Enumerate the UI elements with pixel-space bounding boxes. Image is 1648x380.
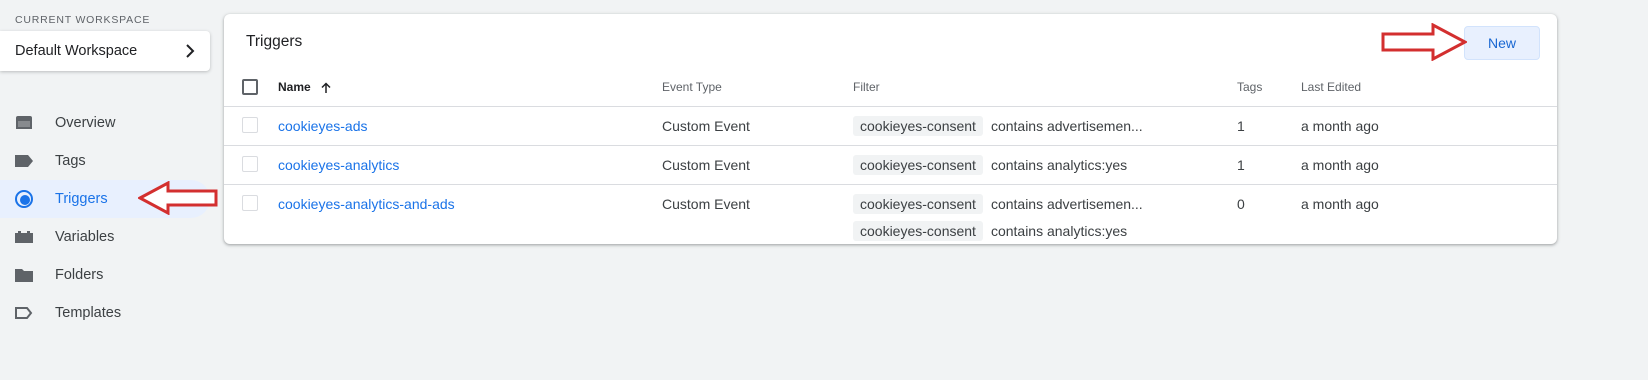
column-header-name[interactable]: Name bbox=[278, 69, 662, 107]
filter-condition-text: contains analytics:yes bbox=[990, 222, 1128, 239]
table-row[interactable]: cookieyes-analytics Custom Event cookiey… bbox=[224, 145, 1557, 185]
trigger-name-link[interactable]: cookieyes-analytics bbox=[278, 157, 399, 173]
event-type-cell: Custom Event bbox=[662, 145, 853, 185]
filter-condition-text: contains analytics:yes bbox=[990, 156, 1128, 173]
name-cell: cookieyes-analytics bbox=[278, 145, 662, 185]
triggers-card: Triggers New Name Event Type Filter Tags bbox=[224, 14, 1557, 244]
filter-condition: cookieyes-consent contains advertisemen.… bbox=[853, 193, 1237, 214]
annotation-arrow-left-icon bbox=[138, 181, 218, 215]
last-edited-cell: a month ago bbox=[1301, 145, 1557, 185]
name-cell: cookieyes-analytics-and-ads bbox=[278, 184, 662, 250]
select-all-cell bbox=[224, 69, 278, 107]
sidebar-item-variables[interactable]: Variables bbox=[0, 218, 210, 256]
sidebar-item-overview[interactable]: Overview bbox=[0, 104, 210, 142]
filter-condition-text: contains advertisemen... bbox=[990, 195, 1143, 212]
filter-condition: cookieyes-consent contains advertisemen.… bbox=[853, 115, 1237, 136]
tags-count-cell: 1 bbox=[1237, 106, 1301, 146]
template-icon bbox=[14, 303, 34, 323]
sidebar-item-tags[interactable]: Tags bbox=[0, 142, 210, 180]
table-header-row: Name Event Type Filter Tags Last Edited bbox=[224, 69, 1557, 107]
filter-condition: cookieyes-consent contains analytics:yes bbox=[853, 154, 1237, 175]
event-type-cell: Custom Event bbox=[662, 106, 853, 146]
sort-ascending-icon bbox=[321, 82, 331, 94]
filter-cell: cookieyes-consent contains analytics:yes bbox=[853, 145, 1237, 185]
column-header-last-edited[interactable]: Last Edited bbox=[1301, 69, 1557, 107]
tag-icon bbox=[14, 151, 34, 171]
column-header-name-label: Name bbox=[278, 80, 311, 95]
row-checkbox[interactable] bbox=[242, 116, 258, 133]
filter-variable-chip: cookieyes-consent bbox=[853, 154, 983, 175]
workspace-label: CURRENT WORKSPACE bbox=[15, 14, 151, 26]
column-header-event-type[interactable]: Event Type bbox=[662, 69, 853, 107]
sidebar-item-label: Folders bbox=[55, 267, 104, 283]
filter-condition-text: contains advertisemen... bbox=[990, 117, 1143, 134]
sidebar-item-templates[interactable]: Templates bbox=[0, 294, 210, 332]
sidebar-item-label: Tags bbox=[55, 153, 86, 169]
workspace-name: Default Workspace bbox=[15, 43, 138, 59]
filter-variable-chip: cookieyes-consent bbox=[853, 115, 983, 136]
trigger-name-link[interactable]: cookieyes-analytics-and-ads bbox=[278, 196, 455, 212]
last-edited-cell: a month ago bbox=[1301, 195, 1379, 212]
overview-icon bbox=[14, 113, 34, 133]
sidebar-item-label: Triggers bbox=[55, 191, 108, 207]
filter-variable-chip: cookieyes-consent bbox=[853, 220, 983, 241]
filter-condition: cookieyes-consent contains analytics:yes bbox=[853, 220, 1237, 241]
row-checkbox[interactable] bbox=[242, 194, 258, 211]
annotation-arrow-right-icon bbox=[1381, 23, 1467, 61]
column-header-filter[interactable]: Filter bbox=[853, 69, 1237, 107]
filter-cell: cookieyes-consent contains advertisemen.… bbox=[853, 106, 1237, 146]
column-header-tags[interactable]: Tags bbox=[1237, 69, 1301, 107]
table-row[interactable]: cookieyes-analytics-and-ads Custom Event… bbox=[224, 184, 1557, 250]
variables-icon bbox=[14, 227, 34, 247]
sidebar-item-label: Overview bbox=[55, 115, 116, 131]
filter-cell: cookieyes-consent contains advertisemen.… bbox=[853, 184, 1237, 250]
row-checkbox[interactable] bbox=[242, 155, 258, 172]
workspace-selector[interactable]: Default Workspace bbox=[0, 31, 210, 71]
filter-variable-chip: cookieyes-consent bbox=[853, 193, 983, 214]
row-select-cell bbox=[224, 145, 278, 185]
trigger-name-link[interactable]: cookieyes-ads bbox=[278, 118, 368, 134]
sidebar-item-label: Variables bbox=[55, 229, 115, 245]
trigger-icon bbox=[14, 189, 34, 209]
row-select-cell bbox=[224, 106, 278, 146]
folder-icon bbox=[14, 265, 34, 285]
tags-count-cell: 1 bbox=[1237, 145, 1301, 185]
sidebar-nav: Overview Tags Triggers Variables Folders bbox=[0, 104, 230, 332]
name-cell: cookieyes-ads bbox=[278, 106, 662, 146]
sidebar-item-label: Templates bbox=[55, 305, 122, 321]
row-select-cell bbox=[224, 184, 278, 250]
new-trigger-button[interactable]: New bbox=[1464, 26, 1540, 60]
triggers-table: Name Event Type Filter Tags Last Edited … bbox=[224, 69, 1557, 250]
table-row[interactable]: cookieyes-ads Custom Event cookieyes-con… bbox=[224, 106, 1557, 146]
sidebar-item-folders[interactable]: Folders bbox=[0, 256, 210, 294]
select-all-checkbox[interactable] bbox=[242, 79, 258, 96]
last-edited-cell: a month ago bbox=[1301, 106, 1557, 146]
tags-count-cell: 0 bbox=[1237, 195, 1245, 212]
chevron-right-icon bbox=[186, 44, 195, 58]
page-title: Triggers bbox=[246, 33, 303, 50]
event-type-cell: Custom Event bbox=[662, 195, 750, 212]
